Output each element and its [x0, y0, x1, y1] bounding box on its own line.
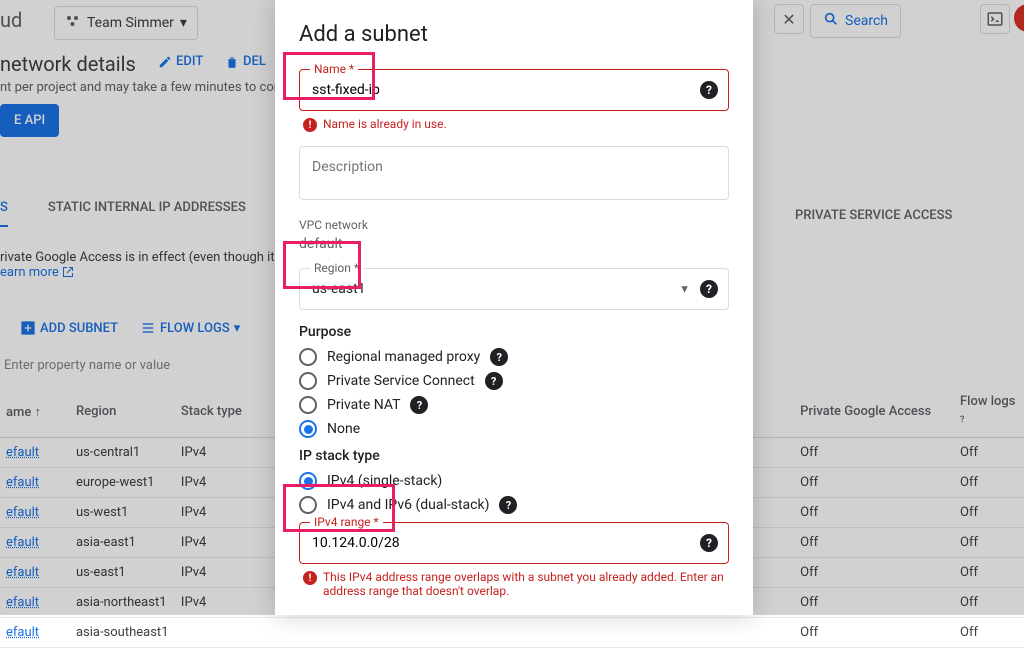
radio-option[interactable]: IPv4 and IPv6 (dual-stack)?	[299, 496, 729, 514]
subnet-link[interactable]: efault	[0, 618, 70, 648]
name-label: Name *	[310, 62, 358, 76]
help-icon[interactable]: ?	[700, 534, 718, 552]
radio-icon	[299, 396, 317, 414]
help-icon[interactable]: ?	[499, 496, 517, 514]
ipstack-label: IP stack type	[299, 448, 729, 464]
radio-option[interactable]: IPv4 (single-stack)	[299, 472, 729, 490]
help-icon[interactable]: ?	[700, 280, 718, 298]
name-error: !Name is already in use.	[303, 117, 729, 132]
error-icon: !	[303, 118, 317, 132]
ipv4-range-label: IPv4 range *	[310, 515, 383, 529]
radio-icon	[299, 348, 317, 366]
add-subnet-dialog: Add a subnet Name * ? !Name is already i…	[275, 0, 753, 615]
vpc-value: default	[299, 236, 729, 252]
ipv4-range-error: !This IPv4 address range overlaps with a…	[303, 570, 729, 598]
dialog-title: Add a subnet	[299, 22, 729, 47]
chevron-down-icon: ▼	[679, 283, 690, 296]
help-icon[interactable]: ?	[410, 396, 428, 414]
description-input[interactable]	[300, 147, 728, 195]
purpose-label: Purpose	[299, 324, 729, 340]
description-field	[299, 146, 729, 200]
help-icon[interactable]: ?	[485, 372, 503, 390]
region-label: Region *	[310, 261, 363, 275]
help-icon[interactable]: ?	[490, 348, 508, 366]
radio-icon	[299, 420, 317, 438]
region-field: Region * us-east1 ▼ ?	[299, 268, 729, 310]
name-field: Name * ?	[299, 69, 729, 111]
radio-option[interactable]: Regional managed proxy?	[299, 348, 729, 366]
ipv4-range-field: IPv4 range * ?	[299, 522, 729, 564]
radio-icon	[299, 496, 317, 514]
radio-option[interactable]: None	[299, 420, 729, 438]
radio-icon	[299, 472, 317, 490]
radio-option[interactable]: Private Service Connect?	[299, 372, 729, 390]
table-row: efaultasia-southeast1OffOff	[0, 618, 1024, 648]
error-icon: !	[303, 571, 317, 585]
radio-option[interactable]: Private NAT?	[299, 396, 729, 414]
vpc-label: VPC network	[299, 218, 729, 232]
region-select[interactable]: us-east1	[300, 269, 728, 309]
help-icon[interactable]: ?	[700, 81, 718, 99]
ipv4-range-input[interactable]	[300, 523, 728, 563]
radio-icon	[299, 372, 317, 390]
name-input[interactable]	[300, 70, 728, 110]
vpc-field: VPC network default	[299, 218, 729, 252]
